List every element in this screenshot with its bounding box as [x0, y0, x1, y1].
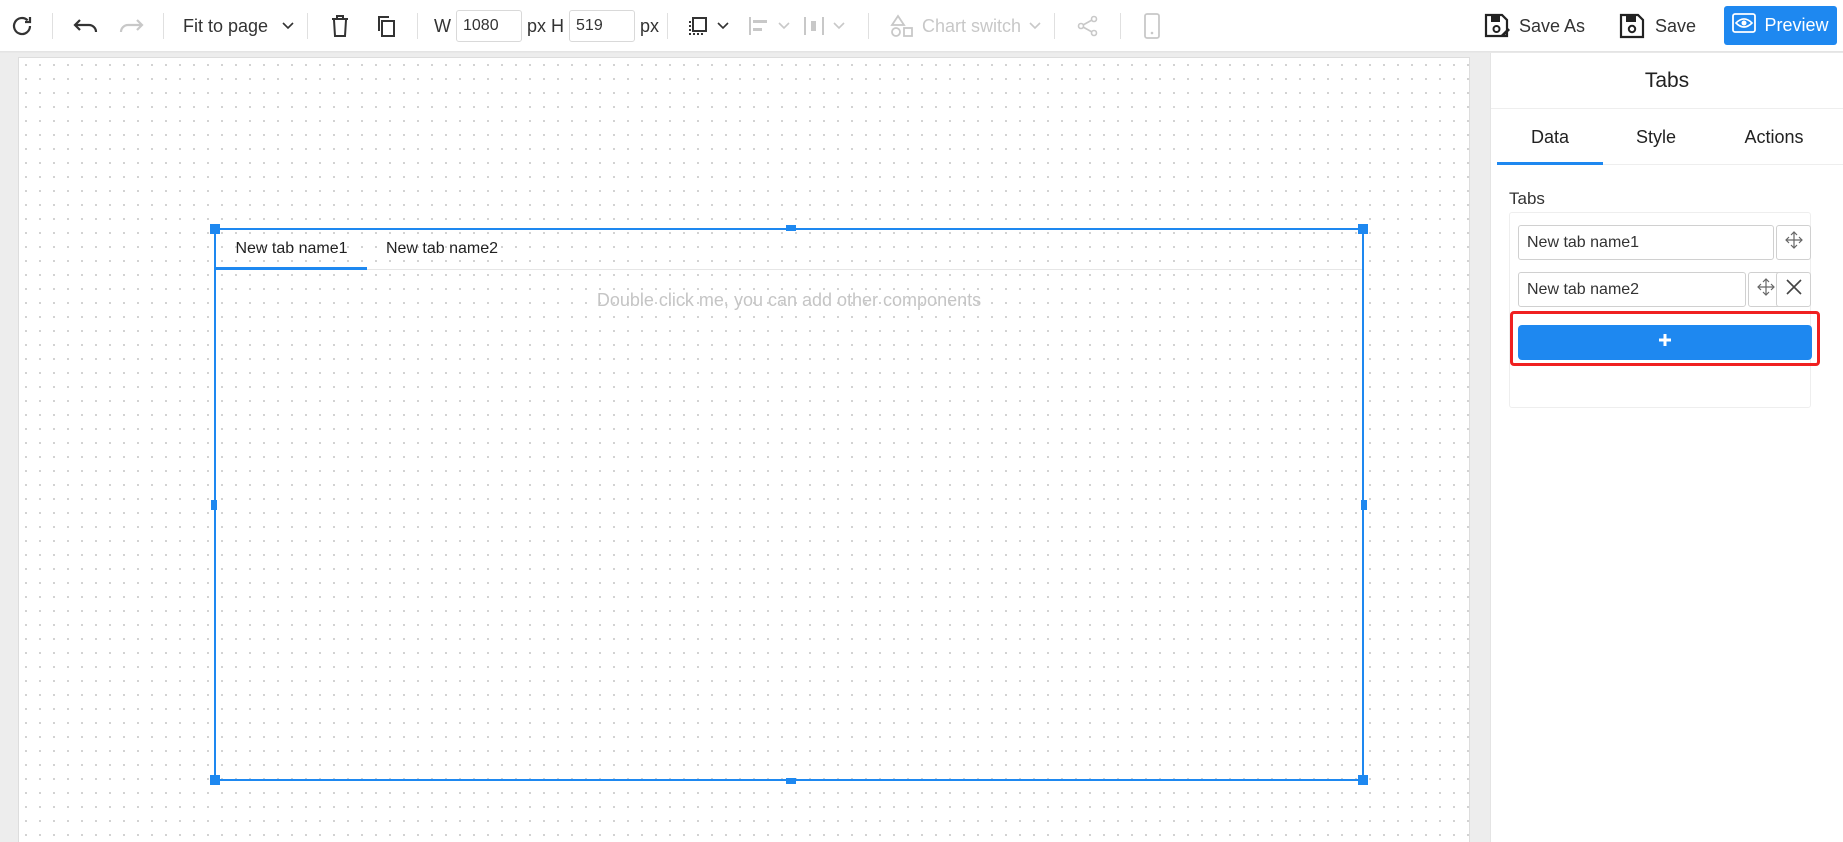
shapes-icon [890, 14, 914, 38]
width-input[interactable] [456, 10, 522, 42]
chart-switch-label: Chart switch [922, 15, 1022, 36]
canvas-area: New tab name1 New tab name2 Double click… [0, 53, 1490, 842]
chart-switch-dropdown[interactable]: Chart switch [890, 0, 1041, 52]
zoom-label: Fit to page [183, 15, 269, 36]
align-dropdown[interactable] [748, 0, 790, 52]
zoom-select[interactable]: Fit to page [183, 0, 294, 52]
preview-label: Preview [1764, 15, 1829, 35]
undo-button[interactable] [72, 0, 100, 52]
eye-icon [1732, 13, 1757, 38]
toolbar: Fit to page W px H px [0, 0, 1843, 52]
panel-tabs: Data Style Actions [1497, 109, 1843, 165]
distribute-icon [803, 16, 825, 36]
height-input[interactable] [569, 10, 636, 42]
share-button[interactable] [1077, 0, 1099, 52]
resize-handle-top-right[interactable] [1358, 224, 1368, 234]
chevron-down-icon [1029, 22, 1041, 30]
move-icon [1756, 278, 1775, 301]
save-button[interactable]: Save [1619, 0, 1696, 52]
resize-handle-top[interactable] [786, 225, 796, 231]
undo-icon [72, 14, 100, 38]
resize-handle-left[interactable] [211, 500, 217, 510]
chevron-down-icon [833, 22, 845, 30]
drag-button-1[interactable] [1776, 225, 1811, 260]
resize-handle-bottom-right[interactable] [1358, 775, 1368, 785]
tabs-placeholder-text: Double click me, you can add other compo… [596, 290, 982, 310]
delete-button[interactable] [330, 0, 350, 52]
properties-panel: Tabs Data Style Actions Tabs [1490, 53, 1843, 842]
preview-button[interactable]: Preview [1724, 6, 1837, 45]
layers-icon [687, 15, 709, 37]
plus-icon [1658, 333, 1672, 352]
redo-button[interactable] [117, 0, 145, 52]
move-icon [1784, 231, 1803, 254]
save-label: Save [1655, 15, 1697, 36]
tab-name-input-2[interactable] [1518, 272, 1746, 307]
tab-data[interactable]: Data [1497, 109, 1603, 165]
save-as-icon [1483, 12, 1511, 40]
refresh-button[interactable] [10, 0, 34, 52]
mobile-icon [1143, 13, 1161, 39]
canvas-tab-1[interactable]: New tab name1 [216, 230, 367, 270]
tab-name-input-1[interactable] [1518, 225, 1774, 260]
refresh-icon [10, 14, 34, 38]
copy-icon [375, 14, 397, 38]
copy-button[interactable] [375, 0, 397, 52]
align-left-icon [748, 16, 770, 36]
width-unit: px [527, 15, 547, 36]
resize-handle-bottom-left[interactable] [210, 775, 220, 785]
add-tab-button[interactable] [1518, 325, 1812, 360]
tab-style[interactable]: Style [1603, 109, 1709, 165]
layer-dropdown[interactable] [687, 0, 729, 52]
delete-tab-button-2[interactable] [1776, 272, 1811, 307]
resize-handle-bottom[interactable] [786, 778, 796, 784]
redo-icon [117, 14, 145, 38]
width-label: W [434, 15, 451, 36]
design-canvas[interactable]: New tab name1 New tab name2 Double click… [18, 57, 1470, 842]
tabs-component-header: New tab name1 New tab name2 [216, 230, 1362, 270]
resize-handle-right[interactable] [1361, 500, 1367, 510]
chevron-down-icon [282, 22, 294, 30]
tab-actions[interactable]: Actions [1709, 109, 1839, 165]
canvas-tab-2[interactable]: New tab name2 [367, 230, 517, 270]
mobile-button[interactable] [1143, 0, 1161, 52]
panel-title: Tabs [1491, 53, 1843, 109]
height-label: H [551, 15, 565, 36]
save-as-button[interactable]: Save As [1483, 0, 1585, 52]
tabs-component[interactable]: New tab name1 New tab name2 Double click… [210, 224, 1368, 785]
tabs-section-label: Tabs [1509, 189, 1545, 208]
size-controls: W px H px [434, 0, 659, 52]
resize-handle-top-left[interactable] [210, 224, 220, 234]
chevron-down-icon [717, 22, 729, 30]
chevron-down-icon [778, 22, 790, 30]
save-icon [1619, 13, 1645, 39]
save-as-label: Save As [1519, 15, 1586, 36]
share-icon [1077, 15, 1099, 37]
trash-icon [330, 14, 350, 38]
close-icon [1785, 278, 1803, 301]
tabs-editor-list [1509, 212, 1812, 408]
distribute-dropdown[interactable] [803, 0, 845, 52]
height-unit: px [640, 15, 660, 36]
